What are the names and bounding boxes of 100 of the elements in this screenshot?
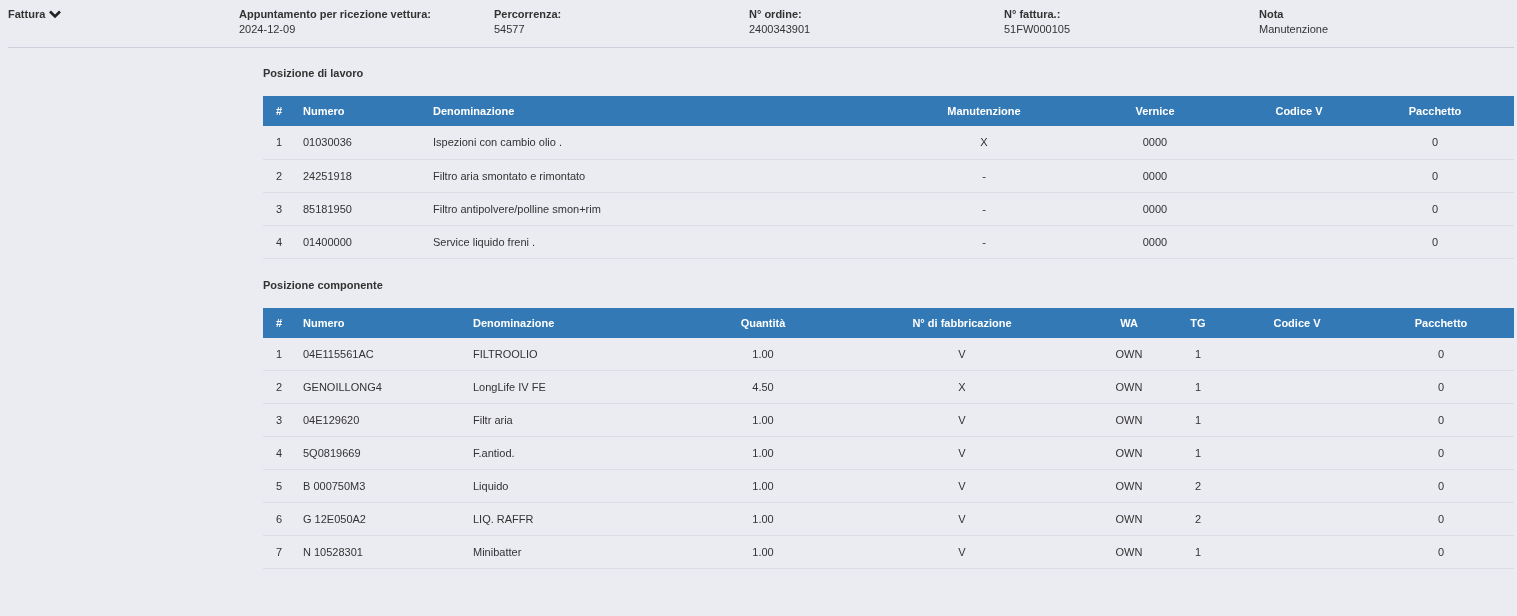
table-cell: 0000	[1142, 169, 1168, 182]
field-value: 51FW000105	[1004, 23, 1072, 35]
table-cell: 2	[1194, 513, 1202, 525]
table-cell: OWN	[1115, 447, 1143, 459]
table-cell: OWN	[1115, 513, 1143, 525]
table-cell: -	[982, 202, 986, 215]
column-header: Codice V	[1273, 316, 1321, 329]
table-cell: V	[958, 546, 966, 558]
table-cell: 5	[275, 480, 283, 492]
table-cell: 1	[275, 136, 283, 149]
table-cell: 7	[275, 546, 283, 558]
column-header: Pacchetto	[1408, 105, 1462, 117]
table-cell: OWN	[1115, 414, 1143, 426]
table-cell: 0	[1431, 235, 1439, 248]
table-cell: 1.00	[752, 447, 774, 459]
table-cell: 3	[275, 414, 283, 426]
column-header: Numero	[303, 316, 345, 329]
column-header: Denominazione	[433, 105, 515, 117]
table-cell: 1	[1194, 414, 1202, 426]
table-cell: 3	[275, 202, 283, 215]
column-header: Codice V	[1275, 105, 1323, 117]
column-header: N° di fabbricazione	[912, 316, 1012, 329]
table-cell: N 10528301	[303, 546, 363, 558]
table-cell: X	[958, 381, 966, 393]
table-cell: V	[958, 513, 966, 525]
table-cell: 0	[1437, 414, 1445, 426]
table-cell: 1.00	[752, 513, 774, 525]
table-cell: 0	[1431, 169, 1439, 182]
table-cell: 1	[1194, 381, 1202, 393]
table-cell: OWN	[1115, 347, 1143, 360]
table-cell: 0	[1431, 136, 1439, 149]
table-cell: Service liquido freni .	[433, 235, 536, 248]
field-value: 2024-12-09	[239, 23, 297, 35]
column-header: Quantità	[740, 316, 786, 329]
table-cell: 0	[1437, 513, 1445, 525]
column-header: Pacchetto	[1414, 316, 1468, 329]
field-label: Nota	[1259, 8, 1285, 20]
table-cell: OWN	[1115, 381, 1143, 393]
field-label: N° ordine:	[749, 8, 803, 20]
table-cell: 1.00	[752, 347, 774, 360]
column-header: WA	[1120, 316, 1138, 329]
field-value: 2400343901	[749, 23, 812, 35]
column-header: #	[275, 105, 283, 117]
table-cell: 85181950	[303, 202, 352, 215]
fattura-toggle[interactable]: Fattura	[8, 8, 62, 20]
table-cell: Filtr aria	[473, 414, 513, 426]
table-cell: 4	[275, 447, 283, 459]
table-cell: 5Q0819669	[303, 447, 361, 459]
table-cell: -	[982, 169, 986, 182]
field-value: Manutenzione	[1259, 23, 1330, 35]
column-header: #	[275, 316, 283, 329]
field-label: N° fattura.:	[1004, 8, 1062, 20]
table-cell: 0	[1431, 202, 1439, 215]
table-cell: 0	[1437, 480, 1445, 492]
table-cell: Liquido	[473, 480, 509, 492]
table-cell: 1	[1194, 447, 1202, 459]
column-header: Manutenzione	[947, 105, 1021, 117]
table-cell: 0	[1437, 381, 1445, 393]
section-title: Posizione componente	[263, 278, 384, 291]
chevron-down-icon	[49, 9, 62, 19]
section-title: Posizione di lavoro	[263, 67, 365, 79]
table-cell: 04E115561AC	[303, 347, 374, 360]
table-cell: V	[958, 447, 966, 459]
table-cell: 0	[1437, 447, 1445, 459]
table-cell: -	[982, 235, 986, 248]
table-cell: 4.50	[752, 381, 774, 393]
table-cell: V	[958, 480, 966, 492]
field-label: Percorrenza:	[494, 8, 563, 20]
table-cell: 1	[1194, 347, 1202, 360]
table-cell: Minibatter	[473, 546, 522, 558]
table-cell: GENOILLONG4	[303, 381, 382, 393]
column-header: Denominazione	[473, 316, 555, 329]
table-cell: 0000	[1142, 235, 1168, 248]
table-cell: V	[958, 347, 966, 360]
table-cell: B 000750M3	[303, 480, 366, 492]
table-cell: 1.00	[752, 480, 774, 492]
table-cell: 2	[275, 169, 283, 182]
table-cell: 1	[1194, 546, 1202, 558]
table-cell: 0000	[1142, 202, 1168, 215]
field-value: 54577	[494, 23, 526, 35]
table-cell: FILTROOLIO	[473, 347, 538, 360]
table-cell: LongLife IV FE	[473, 381, 546, 393]
table-cell: 01400000	[303, 235, 352, 248]
table-cell: 2	[1194, 480, 1202, 492]
table-cell: 6	[275, 513, 283, 525]
table-cell: 24251918	[303, 169, 352, 182]
table-cell: 01030036	[303, 136, 352, 149]
column-header: Vernice	[1135, 105, 1175, 117]
table-cell: 2	[275, 381, 283, 393]
table-cell: Filtro antipolvere/polline smon+rim	[433, 202, 601, 215]
table-cell: OWN	[1115, 480, 1143, 492]
table-cell: 0	[1437, 347, 1445, 360]
table-cell: 1.00	[752, 546, 774, 558]
table-cell: 1	[275, 347, 283, 360]
table-cell: Ispezioni con cambio olio .	[433, 136, 562, 149]
table-cell: 0000	[1142, 136, 1168, 149]
table-cell: 0	[1437, 546, 1445, 558]
field-label: Appuntamento per ricezione vettura:	[239, 8, 432, 20]
table-cell: X	[980, 136, 988, 149]
table-cell: 04E129620	[303, 414, 360, 426]
